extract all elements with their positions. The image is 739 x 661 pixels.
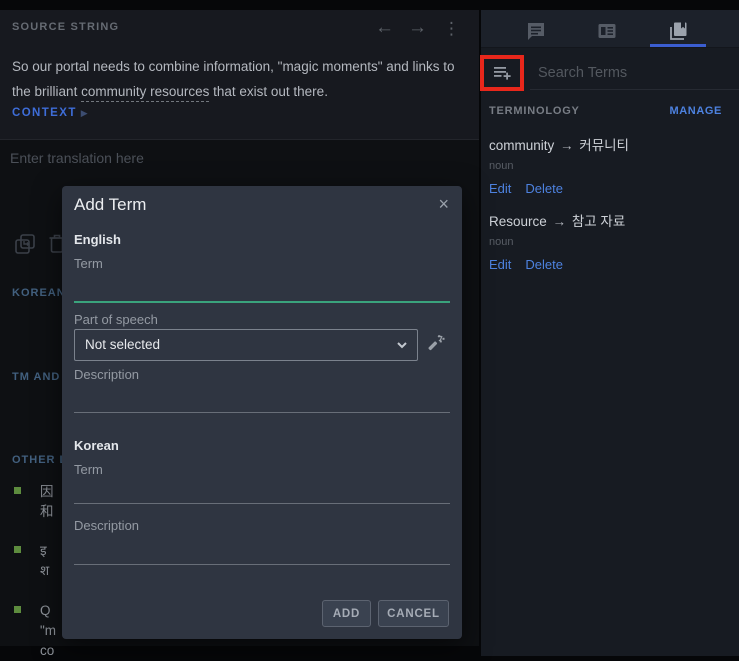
arrow-right-icon: → <box>558 138 576 153</box>
previous-string-icon[interactable]: ← <box>375 18 394 37</box>
term-part-of-speech: noun <box>489 160 729 172</box>
english-term-field[interactable]: Term <box>74 256 103 271</box>
close-icon[interactable]: × <box>438 195 449 213</box>
search-underline <box>530 89 739 90</box>
language-status-bullet <box>14 487 21 494</box>
term-entry: community → 커뮤니티 noun Edit Delete <box>489 134 729 196</box>
edit-term-link[interactable]: Edit <box>489 181 511 196</box>
term-entry: Resource → 참고 자료 noun Edit Delete <box>489 210 729 272</box>
cancel-button[interactable]: CANCEL <box>378 600 449 627</box>
context-link[interactable]: CONTEXT▶ <box>12 107 89 119</box>
context-arrow-icon: ▶ <box>81 108 89 118</box>
glossary-book-icon <box>668 21 688 41</box>
part-of-speech-select[interactable]: Not selected <box>74 329 418 361</box>
edit-term-link[interactable]: Edit <box>489 257 511 272</box>
arrow-right-icon: → <box>551 214 569 229</box>
manage-terms-link[interactable]: MANAGE <box>670 105 723 117</box>
part-of-speech-value: Not selected <box>85 330 160 360</box>
playlist-add-icon <box>492 64 512 82</box>
term-pair: community → 커뮤니티 <box>489 134 729 154</box>
add-term-modal: Add Term × English Term Part of speech N… <box>62 186 462 639</box>
language-status-bullet <box>14 606 21 613</box>
korean-section-label: Korean <box>74 438 119 453</box>
part-of-speech-label: Part of speech <box>74 312 158 327</box>
more-options-icon[interactable]: ⋮ <box>443 20 460 37</box>
active-tab-indicator <box>650 44 706 47</box>
terminology-section-label: TERMINOLOGY <box>489 105 580 117</box>
add-term-button[interactable] <box>480 55 524 91</box>
sidebar-tab-bar <box>481 10 739 48</box>
english-term-underline-focused <box>74 301 450 303</box>
chevron-down-icon <box>395 338 409 352</box>
modal-title: Add Term <box>74 195 146 215</box>
field-underline <box>74 503 450 504</box>
comment-icon <box>526 21 546 41</box>
delete-term-link[interactable]: Delete <box>525 257 563 272</box>
field-underline <box>74 564 450 565</box>
term-pair: Resource → 참고 자료 <box>489 210 729 230</box>
source-string-text: So our portal needs to combine informati… <box>12 54 467 104</box>
auto-detect-wand-button[interactable] <box>424 332 448 361</box>
source-glossary-term: community resources <box>81 84 209 102</box>
source-text-line2-post: that exist out there. <box>209 84 328 99</box>
english-section-label: English <box>74 232 121 247</box>
delete-term-link[interactable]: Delete <box>525 181 563 196</box>
tab-context-notes[interactable] <box>585 17 629 45</box>
magic-wand-icon <box>424 332 448 356</box>
language-status-bullet <box>14 546 21 553</box>
korean-description-field[interactable]: Description <box>74 518 139 533</box>
add-button[interactable]: ADD <box>322 600 371 627</box>
article-icon <box>597 21 617 41</box>
term-part-of-speech: noun <box>489 236 729 248</box>
copy-source-icon[interactable] <box>14 232 36 261</box>
source-text-line2-pre: brilliant <box>35 84 82 99</box>
tab-comments[interactable] <box>514 17 558 45</box>
search-terms-input[interactable] <box>536 61 730 85</box>
source-string-panel: SOURCE STRING ← → ⋮ So our portal needs … <box>0 10 479 140</box>
glossary-sidebar: TERMINOLOGY MANAGE community → 커뮤니티 noun… <box>481 10 739 656</box>
tab-glossary-active[interactable] <box>656 17 700 45</box>
source-string-label: SOURCE STRING <box>12 21 119 33</box>
field-underline <box>74 412 450 413</box>
english-description-field[interactable]: Description <box>74 367 139 382</box>
korean-term-field[interactable]: Term <box>74 462 103 477</box>
next-string-icon[interactable]: → <box>408 18 427 37</box>
